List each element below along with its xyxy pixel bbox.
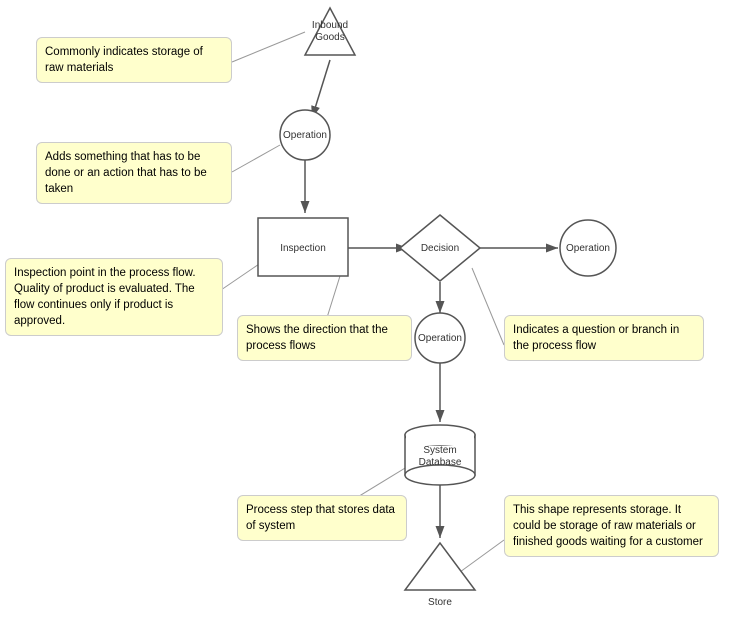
database-label2: Database — [419, 457, 462, 468]
inbound-goods-label2: Goods — [315, 32, 344, 43]
inbound-goods-label: Inbound — [312, 20, 348, 31]
database-label1: System — [423, 445, 456, 456]
store-label: Store — [428, 597, 452, 608]
operation2-label: Operation — [566, 243, 610, 254]
decision-label: Decision — [421, 243, 459, 254]
operation3-label: Operation — [418, 333, 462, 344]
operation1-label: Operation — [283, 130, 327, 141]
callout-database: Process step that stores data of system — [237, 495, 407, 541]
callout-inspection: Inspection point in the process flow. Qu… — [5, 258, 223, 336]
inspection-label: Inspection — [280, 243, 326, 254]
callout-decision: Indicates a question or branch in the pr… — [504, 315, 704, 361]
database-shape-bottom — [405, 465, 475, 485]
store-shape — [405, 543, 475, 590]
callout-storage2: This shape represents storage. It could … — [504, 495, 719, 557]
callout-storage: Commonly indicates storage of raw materi… — [36, 37, 232, 83]
diagram-canvas: Inbound Goods Operation Inspection Decis… — [0, 0, 750, 625]
callout-arrow: Shows the direction that the process flo… — [237, 315, 412, 361]
database-cover — [406, 435, 474, 445]
callout-operation: Adds something that has to be done or an… — [36, 142, 232, 204]
